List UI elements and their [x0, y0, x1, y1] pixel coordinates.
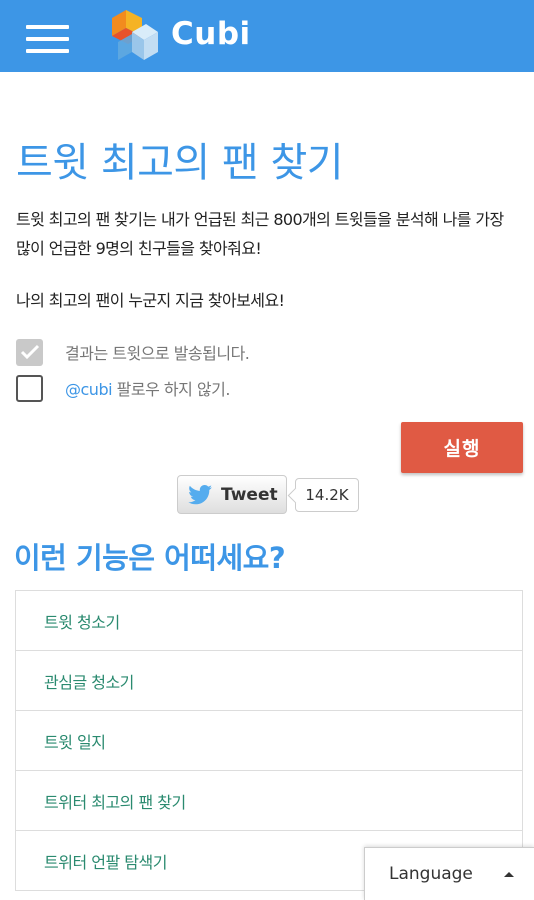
feature-list: 트윗 청소기 관심글 청소기 트윗 일지 트위터 최고의 팬 찾기 트위터 언팔…	[15, 590, 523, 891]
feature-item-tweet-cleaner[interactable]: 트윗 청소기	[16, 591, 522, 651]
page-description-cta: 나의 최고의 팬이 누군지 지금 찾아보세요!	[16, 291, 285, 310]
tweet-button-label: Tweet	[221, 484, 278, 505]
send-result-checkbox[interactable]	[16, 338, 43, 366]
tweet-count-badge: 14.2K	[295, 478, 359, 512]
language-selector[interactable]: Language	[364, 847, 534, 900]
no-follow-label: @cubi 팔로우 하지 않기.	[65, 376, 230, 400]
cubi-logo-icon[interactable]	[110, 8, 160, 64]
option-send-result-row[interactable]: 결과는 트윗으로 발송됩니다.	[16, 337, 250, 367]
brand-name[interactable]: Cubi	[171, 16, 251, 52]
page-description: 트윗 최고의 팬 찾기는 내가 언급된 최근 800개의 트윗들을 분석해 나를…	[16, 210, 504, 258]
caret-up-icon	[504, 872, 514, 877]
tweet-button[interactable]: Tweet	[177, 475, 287, 514]
top-app-bar: Cubi	[0, 0, 534, 72]
send-result-label: 결과는 트윗으로 발송됩니다.	[65, 344, 250, 363]
language-label: Language	[389, 864, 473, 884]
no-follow-checkbox[interactable]	[16, 374, 43, 402]
feature-item-tweet-diary[interactable]: 트윗 일지	[16, 711, 522, 771]
checkmark-icon	[20, 344, 39, 360]
cubi-mention-link[interactable]: @cubi	[65, 380, 113, 399]
no-follow-text: 팔로우 하지 않기.	[112, 380, 231, 399]
features-section-title: 이런 기능은 어떠세요?	[14, 541, 286, 575]
run-button[interactable]: 실행	[401, 422, 523, 473]
hamburger-menu-icon[interactable]	[26, 25, 69, 53]
option-no-follow-row[interactable]: @cubi 팔로우 하지 않기.	[16, 373, 230, 403]
feature-item-best-fan-finder[interactable]: 트위터 최고의 팬 찾기	[16, 771, 522, 831]
twitter-bird-icon	[188, 484, 212, 504]
page-title: 트윗 최고의 팬 찾기	[16, 140, 344, 186]
feature-item-likes-cleaner[interactable]: 관심글 청소기	[16, 651, 522, 711]
